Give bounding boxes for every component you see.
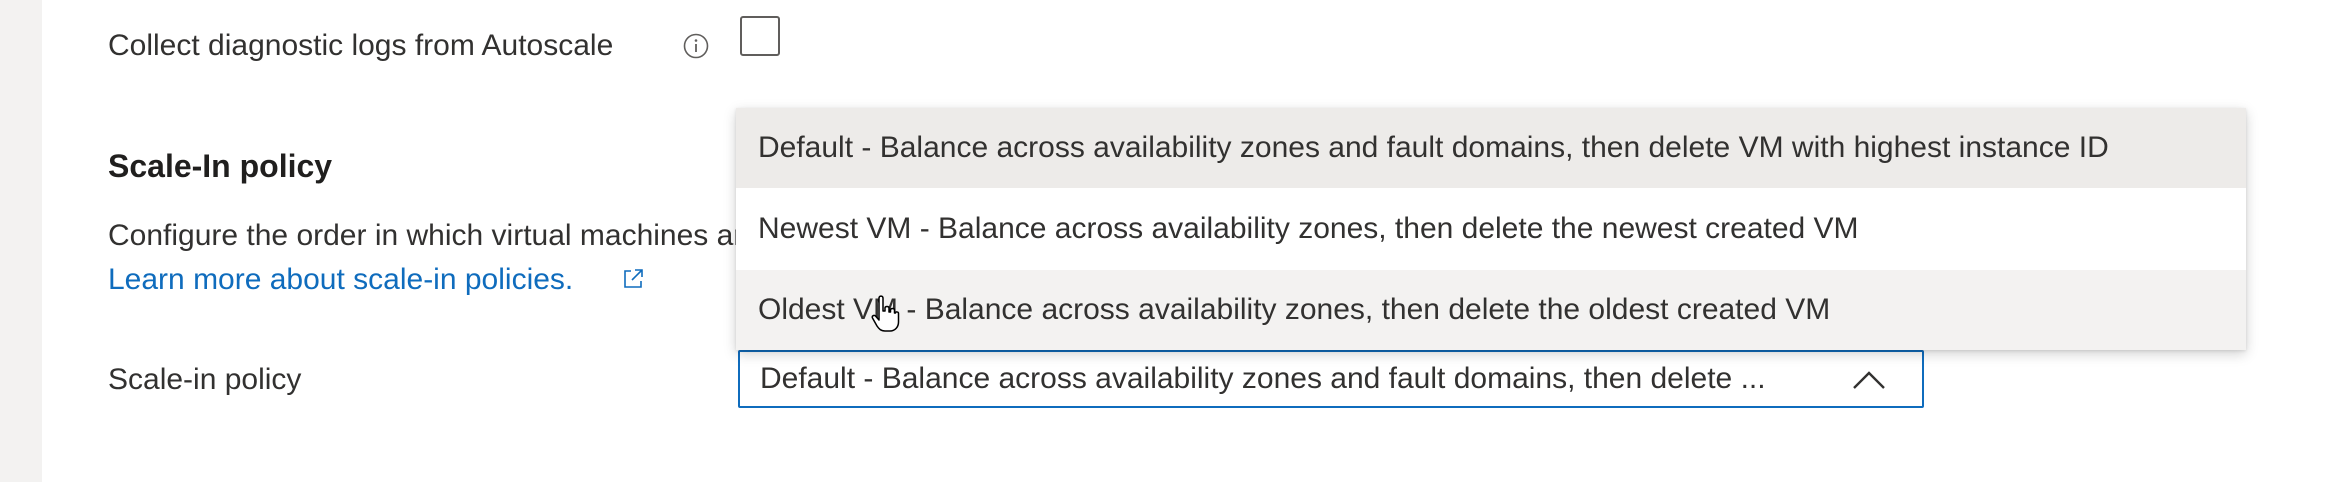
scale-in-policy-dropdown[interactable]: Default - Balance across availability zo… (738, 350, 1924, 408)
learn-more-link[interactable]: Learn more about scale-in policies. (108, 262, 573, 298)
option-newest-vm[interactable]: Newest VM - Balance across availability … (736, 189, 2246, 269)
section-title: Scale-In policy (108, 148, 333, 184)
diagnostic-logs-checkbox[interactable] (740, 16, 780, 56)
scale-in-policy-label: Scale-in policy (108, 363, 302, 396)
dropdown-selected-value: Default - Balance across availability zo… (760, 362, 1766, 395)
scale-in-description: Configure the order in which virtual mac… (108, 219, 740, 252)
diagnostic-logs-label: Collect diagnostic logs from Autoscale (108, 29, 614, 62)
option-oldest-vm[interactable]: Oldest VM - Balance across availability … (736, 270, 2246, 350)
external-link-icon[interactable] (620, 266, 646, 292)
info-icon[interactable] (683, 33, 709, 59)
option-default[interactable]: Default - Balance across availability zo… (736, 108, 2246, 188)
hand-pointer-icon (871, 295, 900, 332)
scale-in-policy-listbox: Default - Balance across availability zo… (736, 108, 2246, 350)
chevron-up-icon (1853, 371, 1885, 389)
